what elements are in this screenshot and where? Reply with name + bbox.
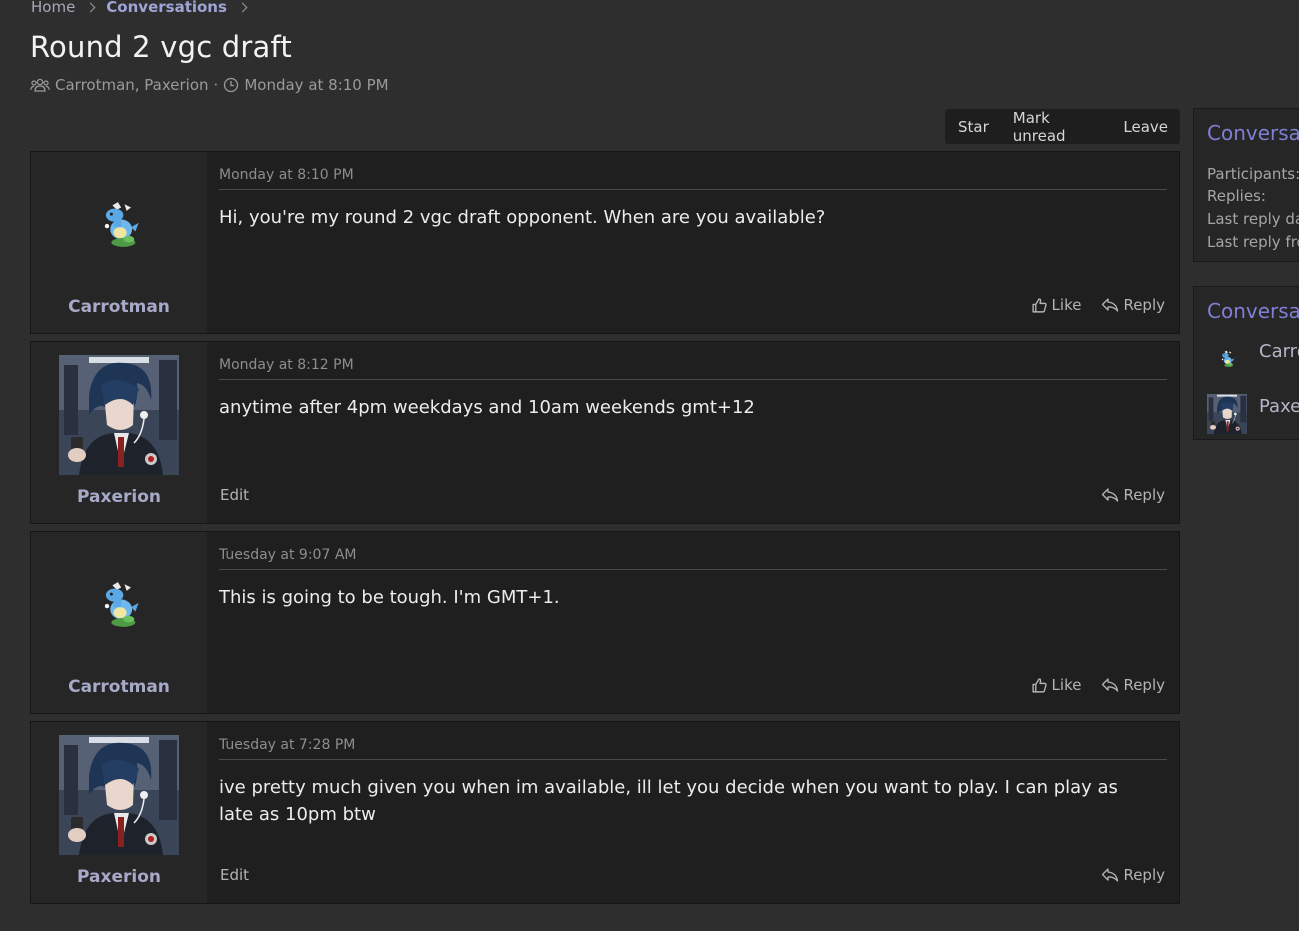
- chevron-right-icon: [85, 2, 96, 12]
- message: Paxerion Tuesday at 7:28 PM ive pretty m…: [30, 721, 1180, 904]
- leave-button[interactable]: Leave: [1111, 118, 1180, 136]
- message-user-cell: Paxerion: [31, 342, 207, 523]
- breadcrumb-home-link[interactable]: Home: [31, 0, 75, 16]
- username[interactable]: Paxerion: [31, 867, 207, 887]
- reply-label: Reply: [1123, 676, 1165, 694]
- message-body: Hi, you're my round 2 vgc draft opponent…: [219, 207, 826, 228]
- participants-title: Conversation participants: [1207, 299, 1299, 323]
- page-title: Round 2 vgc draft: [30, 30, 292, 64]
- message-body: ive pretty much given you when im availa…: [219, 777, 1118, 825]
- reply-icon: [1101, 867, 1119, 883]
- users-icon: [30, 78, 50, 93]
- dragon-avatar-icon: [97, 581, 141, 629]
- message-date[interactable]: Monday at 8:10 PM: [219, 167, 354, 183]
- divider: [219, 189, 1167, 190]
- message-content: Tuesday at 7:28 PM ive pretty much given…: [207, 722, 1179, 903]
- divider: [219, 759, 1167, 760]
- clock-icon: [223, 77, 239, 93]
- message-body: This is going to be tough. I'm GMT+1.: [219, 587, 560, 608]
- message: Carrotman Tuesday at 9:07 AM This is goi…: [30, 531, 1180, 714]
- dragon-avatar-icon: [1219, 350, 1235, 368]
- edit-button[interactable]: Edit: [220, 486, 249, 504]
- edit-button[interactable]: Edit: [220, 866, 249, 884]
- message-actions: Like Reply: [1011, 676, 1165, 694]
- message-content: Tuesday at 9:07 AM This is going to be t…: [207, 532, 1179, 713]
- message-body: anytime after 4pm weekdays and 10am week…: [219, 397, 755, 418]
- participant-item[interactable]: Paxerion: [1207, 394, 1299, 434]
- reply-button[interactable]: Reply: [1101, 486, 1165, 504]
- like-button[interactable]: Like: [1031, 296, 1082, 314]
- last-reply-date-label: Last reply date:: [1207, 210, 1299, 228]
- message-user-cell: Paxerion: [31, 722, 207, 903]
- star-button[interactable]: Star: [945, 118, 1001, 136]
- username[interactable]: Carrotman: [31, 297, 207, 317]
- participants-text[interactable]: Carrotman, Paxerion: [55, 76, 209, 94]
- avatar[interactable]: [1207, 339, 1247, 379]
- participant-name[interactable]: Paxerion: [1259, 396, 1299, 417]
- thumbs-up-icon: [1031, 297, 1048, 314]
- reply-button[interactable]: Reply: [1101, 296, 1165, 314]
- message-content: Monday at 8:12 PM anytime after 4pm week…: [207, 342, 1179, 523]
- message-date[interactable]: Monday at 8:12 PM: [219, 357, 354, 373]
- like-label: Like: [1051, 296, 1082, 314]
- avatar[interactable]: [59, 355, 179, 475]
- reply-label: Reply: [1123, 486, 1165, 504]
- breadcrumb-conversations-link[interactable]: Conversations: [106, 0, 227, 16]
- conversation-meta: Carrotman, Paxerion · Monday at 8:10 PM: [30, 75, 389, 95]
- chevron-right-icon: [237, 2, 248, 12]
- message: Paxerion Monday at 8:12 PM anytime after…: [30, 341, 1180, 524]
- page: Home Conversations Round 2 vgc draft Car…: [0, 0, 1299, 931]
- avatar[interactable]: [59, 735, 179, 855]
- message-content: Monday at 8:10 PM Hi, you're my round 2 …: [207, 152, 1179, 333]
- divider: [219, 569, 1167, 570]
- conversation-actions: Star Mark unread Leave: [945, 109, 1180, 145]
- summary-title: Conversation summary: [1207, 121, 1299, 145]
- mark-unread-button[interactable]: Mark unread: [1001, 109, 1112, 145]
- conversation-summary-block: Conversation summary Participants: Repli…: [1193, 108, 1299, 262]
- conversation-date[interactable]: Monday at 8:10 PM: [244, 76, 388, 94]
- reply-icon: [1101, 677, 1119, 693]
- like-button[interactable]: Like: [1031, 676, 1082, 694]
- meta-separator: ·: [213, 76, 219, 94]
- username[interactable]: Paxerion: [31, 487, 207, 507]
- reply-icon: [1101, 297, 1119, 313]
- like-label: Like: [1051, 676, 1082, 694]
- conversation-participants-block: Conversation participants Carrotman Paxe…: [1193, 286, 1299, 440]
- message-actions: Reply: [1081, 486, 1165, 504]
- message-user-cell: Carrotman: [31, 152, 207, 333]
- breadcrumb: Home Conversations: [31, 0, 258, 17]
- participants-label: Participants:: [1207, 165, 1299, 183]
- replies-label: Replies:: [1207, 187, 1266, 205]
- reply-label: Reply: [1123, 296, 1165, 314]
- portrait-avatar-icon: [59, 735, 179, 855]
- last-reply-from-label: Last reply from:: [1207, 233, 1299, 251]
- portrait-avatar-icon[interactable]: [1207, 394, 1247, 434]
- message-date[interactable]: Tuesday at 7:28 PM: [219, 737, 355, 753]
- avatar[interactable]: [59, 545, 179, 665]
- reply-label: Reply: [1123, 866, 1165, 884]
- username[interactable]: Carrotman: [31, 677, 207, 697]
- message-actions: Reply: [1081, 866, 1165, 884]
- message-date[interactable]: Tuesday at 9:07 AM: [219, 547, 356, 563]
- reply-button[interactable]: Reply: [1101, 866, 1165, 884]
- message: Carrotman Monday at 8:10 PM Hi, you're m…: [30, 151, 1180, 334]
- reply-icon: [1101, 487, 1119, 503]
- portrait-avatar-icon: [59, 355, 179, 475]
- message-actions: Like Reply: [1011, 296, 1165, 314]
- divider: [219, 379, 1167, 380]
- participant-name[interactable]: Carrotman: [1259, 341, 1299, 362]
- avatar[interactable]: [59, 165, 179, 285]
- reply-button[interactable]: Reply: [1101, 676, 1165, 694]
- dragon-avatar-icon: [97, 201, 141, 249]
- thumbs-up-icon: [1031, 677, 1048, 694]
- message-user-cell: Carrotman: [31, 532, 207, 713]
- participant-item[interactable]: Carrotman: [1207, 339, 1299, 379]
